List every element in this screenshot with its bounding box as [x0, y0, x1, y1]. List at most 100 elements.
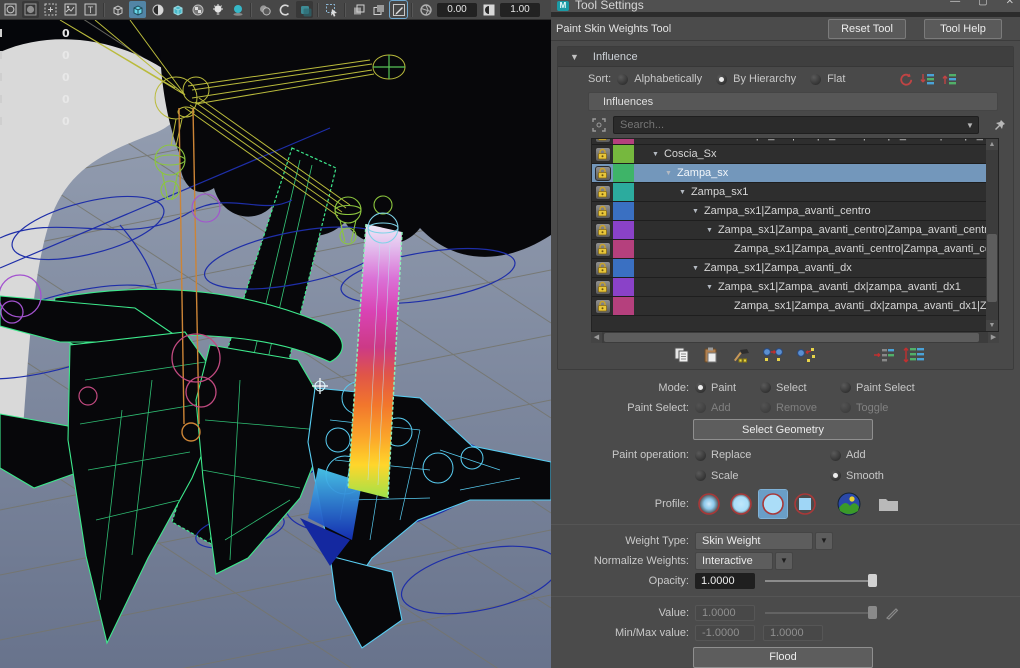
brush-square-icon[interactable] [791, 490, 819, 518]
expand-triangle-icon[interactable]: ▼ [679, 189, 686, 196]
wireframe-icon[interactable] [109, 1, 126, 18]
resolution-gate-icon[interactable] [22, 1, 39, 18]
lock-icon[interactable] [595, 147, 611, 162]
exposure-icon[interactable] [417, 1, 434, 18]
scroll-right-icon[interactable]: ▶ [988, 332, 999, 343]
value-slider[interactable] [765, 612, 877, 614]
lock-icon[interactable] [595, 242, 611, 257]
horizontal-scrollbar[interactable]: ◀ ▶ [591, 332, 999, 343]
lock-icon[interactable] [595, 185, 611, 200]
max-value-field[interactable]: 1.0000 [763, 625, 823, 641]
window-titlebar[interactable]: M Tool Settings — ▢ ✕ [551, 0, 1020, 12]
vertical-scrollbar[interactable]: ▲ ▼ [986, 139, 998, 331]
expand-triangle-icon[interactable]: ▼ [665, 170, 672, 177]
lock-icon[interactable] [595, 299, 611, 314]
radio-paint[interactable] [695, 382, 706, 393]
sort-option-label[interactable]: Flat [827, 73, 845, 85]
expand-triangle-icon[interactable]: ▼ [652, 151, 659, 158]
radio-scale[interactable] [695, 470, 706, 481]
close-icon[interactable]: ✕ [1006, 0, 1014, 7]
influences-list[interactable]: Zampa_dx1|Zampa_dietro|Zampa_dietro1|Zam… [591, 138, 999, 332]
radio-alphabetically[interactable] [617, 74, 628, 85]
brush-solid-icon[interactable] [759, 490, 787, 518]
influence-color-swatch[interactable] [613, 202, 634, 220]
radio-replace[interactable] [695, 450, 706, 461]
multisample-icon[interactable] [296, 1, 313, 18]
pin-icon[interactable] [993, 118, 1009, 132]
isolate-select-icon[interactable] [323, 1, 340, 18]
pane-back-icon[interactable] [370, 1, 387, 18]
gate-mask-icon[interactable] [42, 1, 59, 18]
brush-gaussian-icon[interactable] [695, 490, 723, 518]
select-geometry-button[interactable]: Select Geometry [693, 419, 873, 440]
influence-color-swatch[interactable] [613, 164, 634, 182]
influence-row[interactable]: ▼Zampa_sx1 [592, 183, 986, 202]
exposure-field[interactable]: 0.00 [437, 3, 477, 17]
opacity-field[interactable]: 1.0000 [695, 573, 755, 589]
expand-triangle-icon[interactable]: ▼ [692, 265, 699, 272]
collapse-list-icon[interactable] [873, 346, 895, 364]
pencil-icon[interactable] [885, 606, 899, 620]
lock-icon[interactable] [595, 261, 611, 276]
radio-add-select[interactable] [695, 402, 706, 413]
weight-type-dropdown[interactable]: Skin Weight ▼ [695, 532, 833, 550]
motion-blur-icon[interactable] [276, 1, 293, 18]
safe-title-icon[interactable]: T [82, 1, 99, 18]
radio-smooth[interactable] [830, 470, 841, 481]
influence-row[interactable]: ▼Zampa_sx1|Zampa_avanti_centro [592, 202, 986, 221]
influence-row[interactable]: ▼Zampa_sx1|Zampa_avanti_dx|zampa_avanti_… [592, 278, 986, 297]
influence-row[interactable]: ▼Zampa_sx1|Zampa_avanti_centro|Zampa_ava… [592, 221, 986, 240]
smooth-shade-icon[interactable] [129, 1, 146, 18]
field-chart-icon[interactable] [62, 1, 79, 18]
move-weights-icon[interactable] [762, 346, 784, 364]
lock-icon[interactable] [595, 223, 611, 238]
influence-color-swatch[interactable] [613, 221, 634, 239]
influence-row[interactable]: ▼Zampa_sx [592, 164, 986, 183]
influence-color-swatch[interactable] [613, 278, 634, 296]
lock-icon[interactable] [595, 138, 611, 143]
scrollbar-thumb[interactable] [987, 234, 997, 302]
influence-row[interactable]: ▼Coscia_Sx [592, 145, 986, 164]
radio-toggle-select[interactable] [840, 402, 851, 413]
influence-row[interactable]: Zampa_dx1|Zampa_dietro|Zampa_dietro1|Zam… [592, 138, 986, 145]
occlusion-icon[interactable] [256, 1, 273, 18]
prune-weights-icon[interactable] [795, 346, 817, 364]
slider-handle[interactable] [868, 606, 877, 619]
influence-color-swatch[interactable] [613, 145, 634, 163]
expand-triangle-icon[interactable]: ▼ [706, 227, 713, 234]
influence-row[interactable]: ▼Zampa_sx1|Zampa_avanti_dx [592, 259, 986, 278]
textured-icon[interactable] [169, 1, 186, 18]
influence-color-swatch[interactable] [613, 240, 634, 258]
expand-triangle-icon[interactable]: ▼ [692, 208, 699, 215]
normalize-weights-dropdown[interactable]: Interactive ▼ [695, 552, 793, 570]
use-default-material-icon[interactable] [149, 1, 166, 18]
influence-color-swatch[interactable] [613, 259, 634, 277]
tool-help-button[interactable]: Tool Help [924, 19, 1002, 39]
radio-paint-select[interactable] [840, 382, 851, 393]
flood-button[interactable]: Flood [693, 647, 873, 668]
sort-option-label[interactable]: By Hierarchy [733, 73, 796, 85]
reset-tool-button[interactable]: Reset Tool [828, 19, 906, 39]
radio-remove-select[interactable] [760, 402, 771, 413]
influence-color-swatch[interactable] [613, 138, 634, 144]
lighting-icon[interactable] [209, 1, 226, 18]
gamma-field[interactable]: 1.00 [500, 3, 540, 17]
lock-icon[interactable] [595, 280, 611, 295]
film-gate-icon[interactable] [2, 1, 19, 18]
hammer-weights-icon[interactable] [731, 346, 751, 364]
influences-subheader[interactable]: Influences [588, 92, 998, 111]
sort-list-up-icon[interactable] [942, 72, 957, 86]
chevron-down-icon[interactable]: ▼ [962, 121, 978, 130]
lock-icon[interactable] [595, 204, 611, 219]
influence-color-swatch[interactable] [613, 183, 634, 201]
paste-weights-icon[interactable] [702, 346, 720, 364]
pane-front-icon[interactable] [350, 1, 367, 18]
sort-list-down-icon[interactable] [920, 72, 935, 86]
opacity-slider[interactable] [765, 580, 877, 582]
sort-option-label[interactable]: Alphabetically [634, 73, 702, 85]
scroll-up-icon[interactable]: ▲ [986, 139, 998, 150]
influence-row[interactable]: Zampa_sx1|Zampa_avanti_dx|zampa_avanti_d… [592, 297, 986, 316]
radio-by-hierarchy[interactable] [716, 74, 727, 85]
value-field[interactable]: 1.0000 [695, 605, 755, 621]
scroll-left-icon[interactable]: ◀ [591, 332, 602, 343]
